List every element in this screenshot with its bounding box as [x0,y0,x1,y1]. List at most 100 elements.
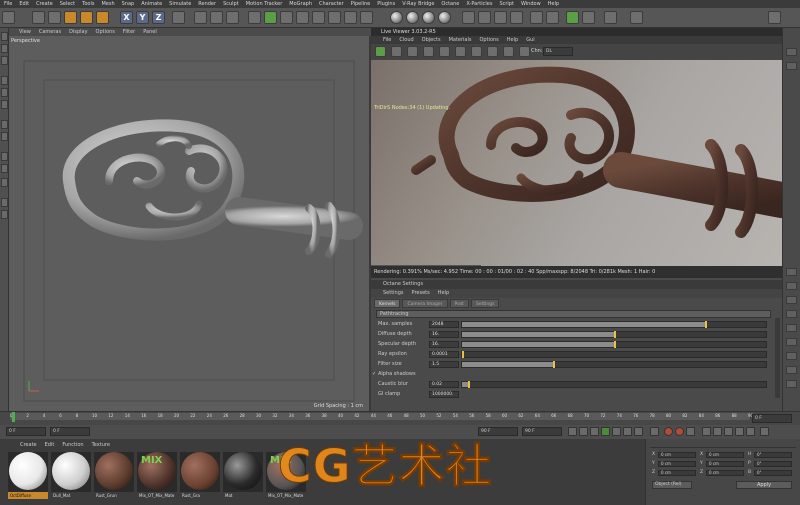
object-picker-icon[interactable] [519,46,530,57]
scale-icon[interactable] [64,11,77,24]
cube-icon[interactable] [248,11,261,24]
perspective-viewport[interactable]: View Cameras Display Options Filter Panel Per… [9,28,371,411]
cloner-icon[interactable] [296,11,309,24]
tag-3-icon[interactable] [786,324,797,332]
param-value-field[interactable]: 16. [429,341,459,348]
restart-icon[interactable] [391,46,402,57]
lock-workplane-icon[interactable] [1,164,8,173]
menu-item-create[interactable]: Create [36,0,53,8]
coordinate-field[interactable]: 0° [754,470,792,476]
material-menu-function[interactable]: Function [62,441,83,449]
content-browser-icon[interactable] [786,62,797,70]
play-icon[interactable] [601,427,610,436]
live-viewer-menu-objects[interactable]: Objects [422,36,441,44]
live-viewer-menu-options[interactable]: Options [479,36,498,44]
tag-6-icon[interactable] [786,366,797,374]
coordinate-field[interactable]: 0° [754,461,792,467]
menu-item-animate[interactable]: Animate [141,0,162,8]
viewport-menu-options[interactable]: Options [96,28,115,36]
layout-icon[interactable] [630,11,643,24]
layout-switch-icon[interactable] [768,11,781,24]
tag-7-icon[interactable] [786,380,797,388]
octane-liveviewer-icon[interactable] [582,11,595,24]
live-viewer-menu-materials[interactable]: Materials [449,36,472,44]
material-ball-icon[interactable] [390,11,403,24]
coordinate-field[interactable]: 0° [754,452,792,458]
parameter-key-icon[interactable] [735,427,744,436]
material-swatch[interactable]: Rust_Gra [180,451,220,503]
timeline-ticks[interactable]: 0246810121416182022242628303234363840424… [10,413,753,420]
material-menu-edit[interactable]: Edit [45,441,55,449]
param-slider[interactable] [461,341,767,348]
loop-icon[interactable] [650,427,659,436]
tag-icon[interactable] [786,296,797,304]
viewport-menu-view[interactable]: View [19,28,31,36]
alpha-shadows-checkbox[interactable]: ✓ [372,370,376,379]
lock-icon[interactable] [455,46,466,57]
preview-max-field[interactable]: 90 F [478,427,518,436]
menu-item-edit[interactable]: Edit [19,0,29,8]
menu-item-character[interactable]: Character [319,0,344,8]
next-frame-icon[interactable] [612,427,621,436]
menu-item-select[interactable]: Select [60,0,75,8]
material-swatch[interactable]: Dull_Mat [51,451,91,503]
coordinate-field[interactable]: 0 cm [658,470,696,476]
timeline-menu-icon[interactable] [760,427,769,436]
clay-mode-icon[interactable] [471,46,482,57]
param-value-field[interactable]: 0.0001 [429,351,459,358]
camera-icon[interactable] [344,11,357,24]
param-value-field[interactable]: 2048 [429,321,459,328]
live-viewer-menu-help[interactable]: Help [507,36,518,44]
menu-item-octane[interactable]: Octane [441,0,459,8]
prev-key-icon[interactable] [579,427,588,436]
material-menu-create[interactable]: Create [20,441,37,449]
gear-icon[interactable] [1,198,8,207]
param-slider[interactable] [461,331,767,338]
checker-icon[interactable] [604,11,617,24]
coordinate-field[interactable]: 0 cm [658,461,696,467]
timeline-ruler[interactable]: 0246810121416182022242628303234363840424… [0,411,800,425]
material-swatch[interactable]: Rust_Grun [94,451,134,503]
model-mode-icon[interactable] [1,32,8,41]
menu-item-snap[interactable]: Snap [122,0,135,8]
paint-icon[interactable] [1,210,8,219]
attributes-tab-icon[interactable] [786,268,797,276]
tweak-mode-icon[interactable] [1,132,8,141]
octane-render-icon[interactable] [530,11,543,24]
param-slider[interactable] [461,351,767,358]
recent-tool-icon[interactable] [96,11,109,24]
menu-item-plugins[interactable]: Plugins [377,0,395,8]
viewport-menu-filter[interactable]: Filter [123,28,135,36]
region-icon[interactable] [439,46,450,57]
coordinate-field[interactable]: 0 cm [706,452,744,458]
menu-item-help[interactable]: Help [548,0,559,8]
octane-sun-icon[interactable] [478,11,491,24]
texture-mode-icon[interactable] [1,44,8,53]
octane-camera-icon[interactable] [494,11,507,24]
coordinate-field[interactable]: 0 cm [706,461,744,467]
param-value-field[interactable]: 1.5 [429,361,459,368]
param-value-field[interactable]: 16. [429,331,459,338]
next-key-icon[interactable] [623,427,632,436]
param-slider[interactable] [461,361,767,368]
param-slider[interactable] [461,381,767,388]
menu-item-render[interactable]: Render [198,0,216,8]
coordinate-field[interactable]: 0 cm [658,452,696,458]
edges-mode-icon[interactable] [1,88,8,97]
subdivision-icon[interactable] [280,11,293,24]
menu-item-motion-tracker[interactable]: Motion Tracker [246,0,283,8]
material-ball-2-icon[interactable] [406,11,419,24]
render-view-icon[interactable] [194,11,207,24]
objects-tab-icon[interactable] [786,48,797,56]
end-frame-field[interactable]: 90 F [522,427,562,436]
live-viewer-menu-file[interactable]: File [383,36,391,44]
stop-icon[interactable] [423,46,434,57]
coordinate-field[interactable]: 0 cm [706,470,744,476]
material-menu-texture[interactable]: Texture [92,441,110,449]
move-icon[interactable] [48,11,61,24]
tag-5-icon[interactable] [786,352,797,360]
menu-item-mograph[interactable]: MoGraph [289,0,312,8]
menu-item-tools[interactable]: Tools [82,0,94,8]
auto-key-icon[interactable] [675,427,684,436]
undo-icon[interactable] [2,11,15,24]
